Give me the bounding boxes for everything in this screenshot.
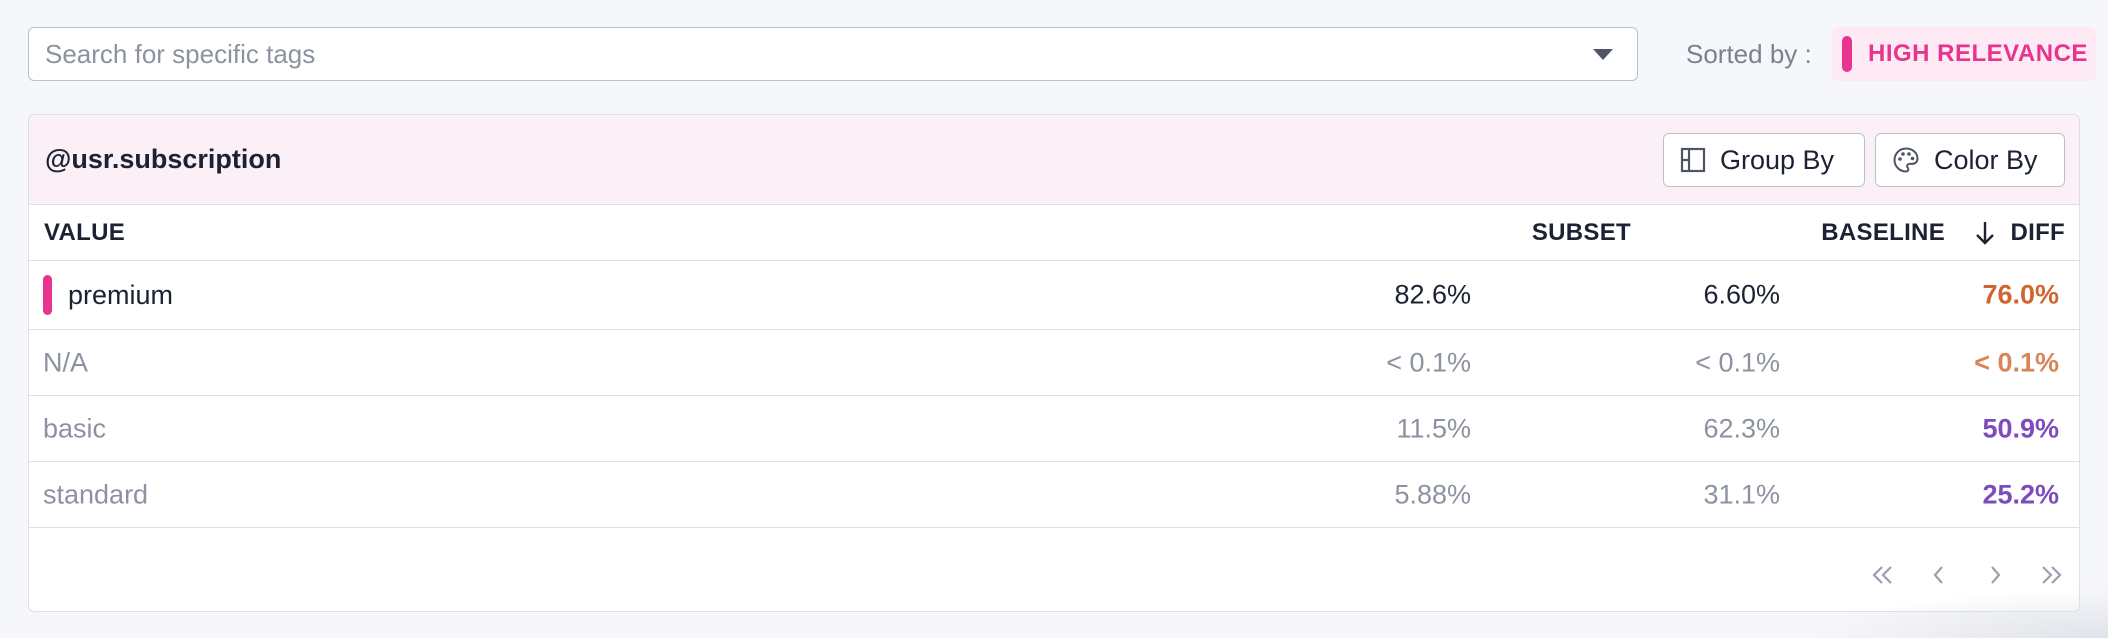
value-label: basic [43, 413, 107, 443]
sort-selector[interactable]: HIGH RELEVANCE [1832, 27, 2096, 81]
table-row[interactable]: premium 82.6% 6.60% 76.0% [29, 261, 2079, 330]
column-header-diff[interactable]: DIFF [1974, 219, 2065, 247]
diff-value: 25.2% [1982, 479, 2059, 509]
color-by-button[interactable]: Color By [1875, 133, 2065, 187]
sorted-by-label: Sorted by : [1686, 39, 1812, 69]
baseline-percent: 31.1% [1703, 479, 1780, 509]
tag-search-field[interactable] [45, 38, 1593, 70]
value-cell: premium [43, 275, 173, 315]
diff-value: 76.0% [1982, 279, 2059, 310]
highlight-marker [43, 275, 52, 315]
palette-icon [1892, 146, 1920, 174]
subset-percent: 5.88% [1394, 479, 1471, 509]
baseline-percent: < 0.1% [1695, 347, 1780, 377]
column-header-value[interactable]: VALUE [44, 219, 125, 247]
value-cell: basic [43, 413, 106, 444]
sort-descending-icon [1974, 220, 1996, 246]
table-row[interactable]: N/A < 0.1% < 0.1% < 0.1% [29, 330, 2079, 396]
tag-search-input[interactable] [28, 27, 1638, 81]
column-header-baseline[interactable]: BASELINE [1821, 219, 1945, 247]
chevron-down-icon[interactable] [1593, 48, 1613, 60]
table-header: VALUE SUBSET BASELINE DIFF [29, 205, 2079, 261]
column-header-subset[interactable]: SUBSET [1532, 219, 1631, 247]
color-by-label: Color By [1934, 144, 2038, 175]
sort-value: HIGH RELEVANCE [1868, 40, 2088, 67]
header-actions: Group By Color By [1663, 133, 2065, 187]
facet-panel: @usr.subscription Group By Color By VALU… [28, 114, 2080, 612]
group-by-button[interactable]: Group By [1663, 133, 1865, 187]
value-cell: standard [43, 479, 148, 510]
group-by-icon [1680, 147, 1706, 173]
subset-percent: < 0.1% [1386, 347, 1471, 377]
value-cell: N/A [43, 347, 88, 378]
column-header-diff-label: DIFF [2010, 219, 2065, 246]
subset-percent: 11.5% [1396, 413, 1471, 443]
diff-value: 50.9% [1982, 413, 2059, 443]
value-label: standard [43, 479, 149, 509]
facet-header: @usr.subscription Group By Color By [29, 115, 2079, 205]
diff-value: < 0.1% [1974, 347, 2059, 377]
baseline-percent: 6.60% [1703, 279, 1780, 310]
table-row[interactable]: basic 11.5% 62.3% 50.9% [29, 396, 2079, 462]
table-row[interactable]: standard 5.88% 31.1% 25.2% [29, 462, 2079, 528]
facet-title: @usr.subscription [45, 144, 282, 174]
value-label: N/A [43, 347, 89, 377]
group-by-label: Group By [1720, 144, 1835, 175]
subset-percent: 82.6% [1394, 279, 1471, 310]
value-label: premium [68, 279, 174, 310]
relevance-marker [1842, 36, 1852, 72]
corner-shadow [1808, 588, 2108, 638]
baseline-percent: 62.3% [1703, 413, 1780, 443]
